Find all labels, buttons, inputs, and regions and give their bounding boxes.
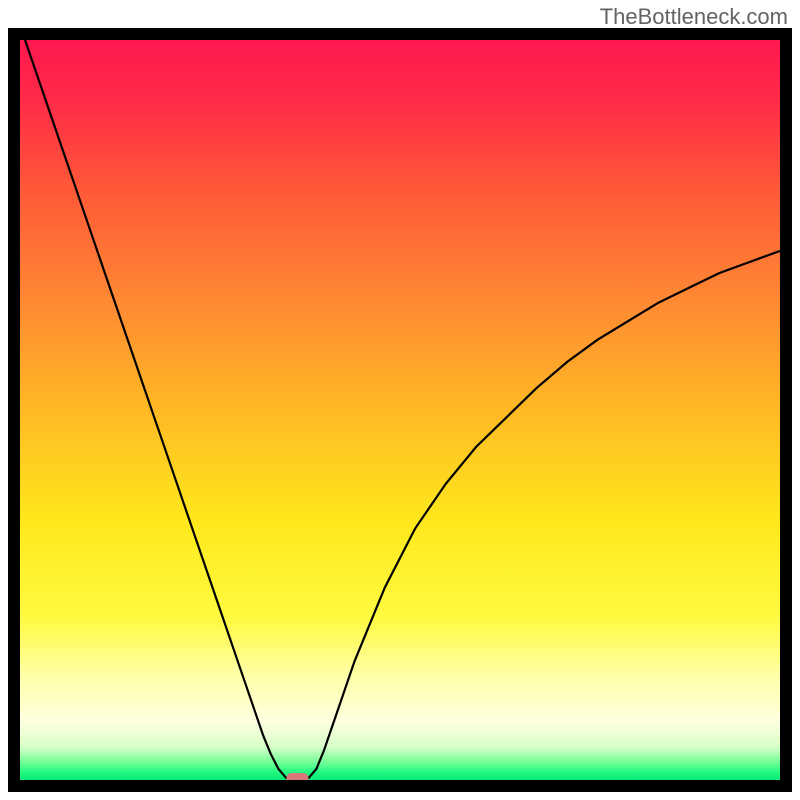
chart-plot-area xyxy=(20,40,780,780)
chart-black-frame xyxy=(8,28,792,792)
minimum-marker xyxy=(286,773,308,780)
gradient-background xyxy=(20,40,780,780)
chart-container: TheBottleneck.com xyxy=(0,0,800,800)
chart-svg xyxy=(20,40,780,780)
watermark-text: TheBottleneck.com xyxy=(600,4,788,30)
